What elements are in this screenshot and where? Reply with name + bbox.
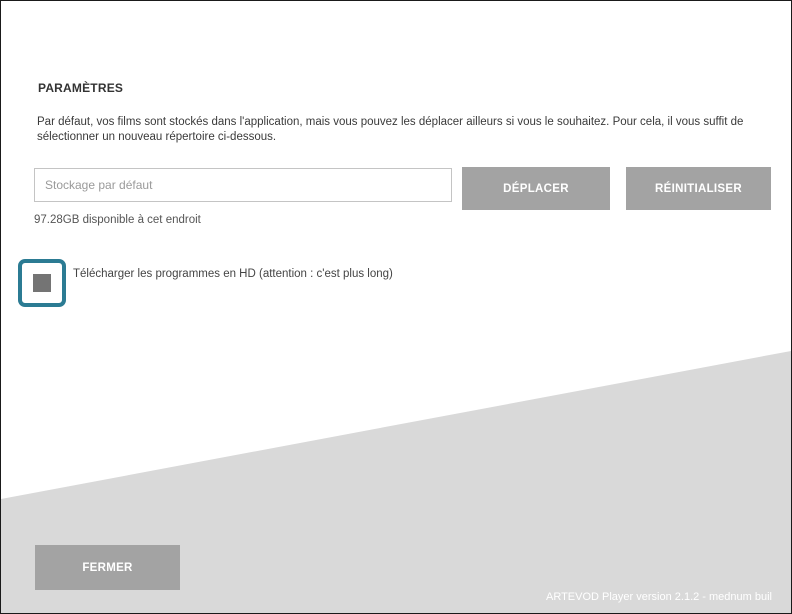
hd-checkbox-label: Télécharger les programmes en HD (attent… [73,268,393,280]
settings-title: PARAMÈTRES [38,81,124,95]
settings-description: Par défaut, vos films sont stockés dans … [37,116,744,143]
available-space-text: 97.28GB disponible à cet endroit [34,214,201,226]
reset-button[interactable]: RÉINITIALISER [626,167,771,210]
storage-path-input[interactable] [34,168,452,202]
move-button[interactable]: DÉPLACER [462,167,610,210]
checkbox-square [33,274,51,292]
settings-dialog: PARAMÈTRES Par défaut, vos films sont st… [0,0,792,614]
hd-download-option: Télécharger les programmes en HD (attent… [18,256,393,310]
close-button[interactable]: FERMER [35,545,180,590]
hd-checkbox[interactable] [18,259,66,307]
version-text: ARTEVOD Player version 2.1.2 - mednum bu… [546,591,772,603]
